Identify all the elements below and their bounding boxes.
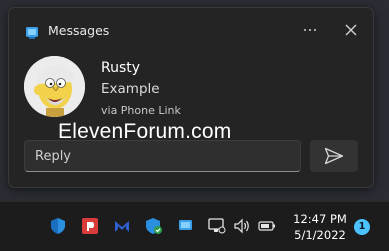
battery-icon[interactable] (258, 217, 276, 235)
notification-toast[interactable]: Messages Rusty Example via Phone Link (8, 7, 374, 188)
more-options-button[interactable] (297, 18, 323, 42)
avatar (24, 56, 85, 117)
clock-date: 5/1/2022 (294, 228, 346, 242)
clock[interactable]: 12:47 PM 5/1/2022 (292, 211, 348, 243)
message-text: Example (101, 81, 160, 97)
app-name: Messages (48, 23, 110, 38)
more-horizontal-icon (304, 29, 306, 31)
close-icon (345, 24, 357, 36)
security-shield-icon[interactable] (49, 217, 67, 235)
malwarebytes-icon[interactable] (113, 217, 131, 235)
send-icon (324, 147, 344, 165)
clock-time: 12:47 PM (293, 212, 347, 226)
notification-count-badge[interactable]: 1 (354, 219, 370, 235)
app-tray-icon-red[interactable] (81, 217, 99, 235)
messages-app-icon (25, 25, 39, 39)
display-icon[interactable] (208, 217, 226, 235)
reply-input[interactable] (24, 140, 301, 172)
taskbar: 12:47 PM 5/1/2022 1 (0, 201, 389, 251)
via-source: via Phone Link (101, 104, 181, 117)
windows-security-icon[interactable] (145, 217, 163, 235)
volume-icon[interactable] (233, 217, 251, 235)
send-button[interactable] (310, 140, 358, 172)
phone-link-icon[interactable] (177, 217, 195, 235)
sender-name: Rusty (101, 60, 141, 76)
close-button[interactable] (339, 18, 363, 42)
watermark: ElevenForum.com (58, 120, 232, 143)
